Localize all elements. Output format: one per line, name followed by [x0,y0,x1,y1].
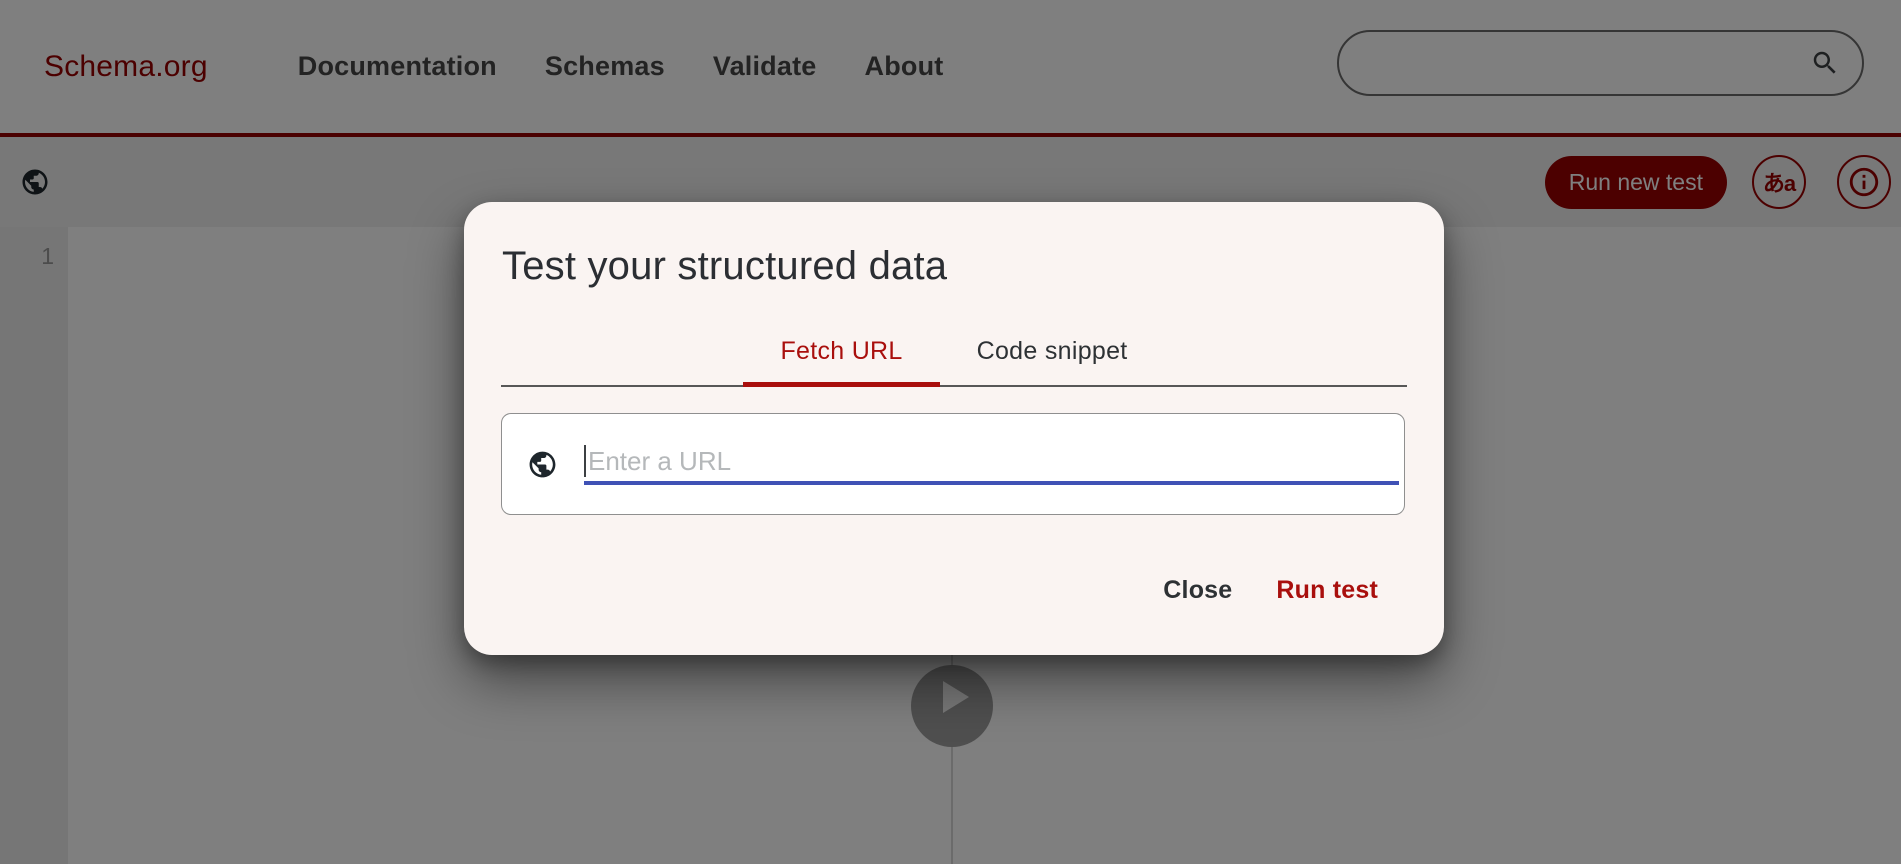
tab-code-snippet[interactable]: Code snippet [940,317,1165,385]
dialog-title: Test your structured data [502,244,947,289]
test-structured-data-dialog: Test your structured data Fetch URL Code… [464,202,1444,655]
close-button[interactable]: Close [1161,572,1234,609]
run-test-button[interactable]: Run test [1274,572,1380,609]
url-input-container[interactable] [501,413,1405,515]
schema-org-validator-page: Schema.org Documentation Schemas Validat… [0,0,1901,864]
url-text-field[interactable] [584,429,1399,485]
dialog-tab-bar: Fetch URL Code snippet [501,317,1407,387]
dialog-actions: Close Run test [1161,570,1380,610]
text-cursor [584,445,586,477]
globe-icon [527,449,558,480]
tab-fetch-url[interactable]: Fetch URL [743,317,939,385]
url-input[interactable] [588,443,1387,479]
